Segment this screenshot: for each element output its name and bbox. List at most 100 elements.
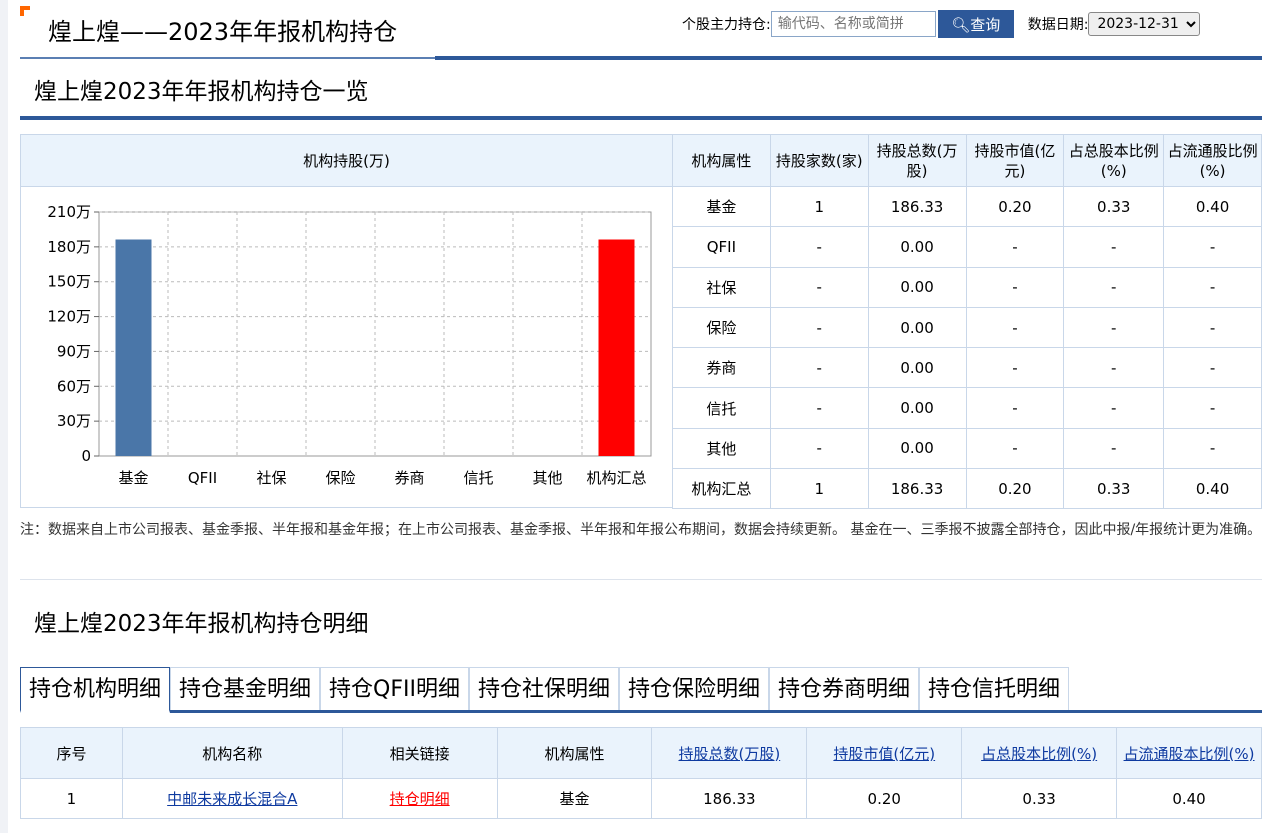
holding-detail-link[interactable]: 持仓明细 (390, 790, 450, 808)
table-cell: 0.40 (1116, 778, 1262, 819)
x-tick-label: 其他 (532, 469, 562, 487)
tab-2[interactable]: 持仓QFII明细 (320, 667, 469, 710)
table-cell: - (965, 266, 1065, 308)
tab-1[interactable]: 持仓基金明细 (170, 667, 321, 710)
bar (115, 239, 152, 456)
table-cell: 0.00 (867, 347, 967, 389)
table-cell: 信托 (672, 387, 771, 429)
table-row: QFII -0.00- - - (672, 226, 1262, 268)
column-header[interactable]: 持股市值(亿元) (806, 727, 963, 779)
x-tick-label: 基金 (118, 469, 148, 487)
table-row: 基金 1 186.33 0.20 0.33 0.40 (672, 185, 1262, 228)
table-cell: 186.33 (867, 185, 967, 228)
y-tick-label: 120万 (47, 308, 91, 326)
column-header: 机构属性 (672, 134, 771, 187)
table-cell: 0.33 (1063, 185, 1165, 228)
table-row: 社保 -0.00- - - (672, 266, 1262, 308)
table-cell: - (1063, 226, 1165, 268)
divider (20, 116, 1262, 120)
search-bar: 个股主力持仓: 🔍︎查询 数据日期: 2023-12-31 (682, 10, 1201, 38)
note-text: 注：数据来自上市公司报表、基金季报、半年报和基金年报；在上市公司报表、基金季报、… (20, 522, 1262, 538)
table-row: 保险 -0.00- - - (672, 306, 1262, 349)
tab-6[interactable]: 持仓信托明细 (919, 667, 1070, 710)
column-header: 序号 (20, 727, 123, 779)
y-tick-label: 0 (81, 447, 91, 465)
x-tick-label: 机构汇总 (586, 469, 646, 487)
table-cell: 0.20 (965, 468, 1065, 510)
institution-link[interactable]: 中邮未来成长混合A (167, 790, 297, 808)
table-cell: 保险 (672, 306, 771, 349)
y-tick-label: 30万 (57, 412, 91, 430)
table-cell: - (769, 266, 869, 308)
table-cell: - (769, 347, 869, 389)
table-cell: 社保 (672, 266, 771, 308)
sort-link[interactable]: 持股市值(亿元) (833, 745, 935, 763)
table-cell: 186.33 (867, 468, 967, 510)
table-row: 机构汇总 1 186.33 0.20 0.33 0.40 (672, 468, 1262, 510)
table-cell: 0.40 (1163, 468, 1262, 510)
column-header: 占总股本比例(%) (1063, 134, 1165, 187)
table-cell: 0.20 (965, 185, 1065, 228)
tab-5[interactable]: 持仓券商明细 (769, 667, 920, 710)
column-header: 机构名称 (121, 727, 343, 779)
search-input[interactable] (770, 11, 936, 37)
tab-4[interactable]: 持仓保险明细 (619, 667, 770, 710)
table-cell: 基金 (496, 778, 653, 819)
table-cell: QFII (672, 226, 771, 268)
table-row: 其他 -0.00- - - (672, 427, 1262, 470)
search-button[interactable]: 🔍︎查询 (937, 10, 1014, 38)
page-title: 煌上煌——2023年年报机构持仓 (48, 18, 398, 46)
table-row: 1 中邮未来成长混合A 持仓明细 基金 186.33 0.20 0.33 0.40 (20, 778, 1262, 819)
bar-chart: 0 30万 60万 90万 120万 150万 180万 210万基金 QFII 社保 保险 券商 信托… (47, 203, 652, 487)
table-cell: 0.20 (806, 778, 963, 819)
column-header: 机构属性 (496, 727, 653, 779)
column-header[interactable]: 占流通股本比例(%) (1116, 727, 1262, 779)
y-tick-label: 60万 (57, 377, 91, 395)
table-row: 券商 -0.00- - - (672, 347, 1262, 389)
date-select[interactable]: 2023-12-31 (1088, 12, 1201, 36)
column-header[interactable]: 占总股本比例(%) (961, 727, 1118, 779)
table-cell: - (769, 306, 869, 349)
x-tick-label: 保险 (325, 469, 355, 487)
table-cell: 1 (769, 468, 869, 510)
date-label: 数据日期: (1027, 17, 1089, 33)
detail-table: 序号 机构名称 相关链接 机构属性 持股总数(万股) 持股市值(亿元) 占总股本比例(%) 占… (20, 727, 1262, 819)
search-label: 个股主力持仓: (682, 17, 771, 33)
corner-mark-icon (20, 6, 30, 16)
table-cell: - (1163, 226, 1262, 268)
tab-0[interactable]: 持仓机构明细 (20, 667, 171, 713)
table-cell: - (965, 387, 1065, 429)
table-cell: - (769, 226, 869, 268)
table-cell: 机构汇总 (672, 468, 771, 510)
table-row: 信托 -0.00- - - (672, 387, 1262, 429)
x-tick-label: QFII (188, 469, 217, 487)
table-cell: 1 (20, 778, 123, 819)
tab-3[interactable]: 持仓社保明细 (468, 667, 619, 710)
table-cell: 0.40 (1163, 185, 1262, 228)
table-cell: 券商 (672, 347, 771, 389)
table-cell: 0.33 (1063, 468, 1165, 510)
table-cell: - (965, 427, 1065, 470)
y-tick-label: 150万 (47, 273, 91, 291)
x-tick-label: 社保 (256, 469, 286, 487)
holdings-chart: 机构持股(万) 0 30万 60万 90万 120万 150万 180万 210万 基金 QFII… (20, 134, 672, 508)
table-cell: 0.00 (867, 306, 967, 349)
detail-title: 煌上煌2023年年报机构持仓明细 (34, 611, 369, 637)
column-header: 持股家数(家) (769, 134, 869, 187)
column-header: 占流通股比例(%) (1163, 134, 1262, 187)
table-cell: - (769, 427, 869, 470)
table-cell: - (1163, 387, 1262, 429)
table-cell: - (1063, 427, 1165, 470)
chart-header: 机构持股(万) (21, 135, 672, 187)
sort-link[interactable]: 持股总数(万股) (679, 745, 781, 763)
table-cell: 0.00 (867, 387, 967, 429)
sort-link[interactable]: 占总股本比例(%) (981, 745, 1097, 763)
sort-link[interactable]: 占流通股本比例(%) (1124, 745, 1255, 763)
column-header[interactable]: 持股总数(万股) (651, 727, 808, 779)
y-tick-label: 210万 (47, 203, 91, 221)
table-cell: - (1163, 427, 1262, 470)
column-header: 相关链接 (341, 727, 498, 779)
table-cell: 0.33 (961, 778, 1118, 819)
bar (598, 239, 635, 456)
table-cell: - (1063, 266, 1165, 308)
